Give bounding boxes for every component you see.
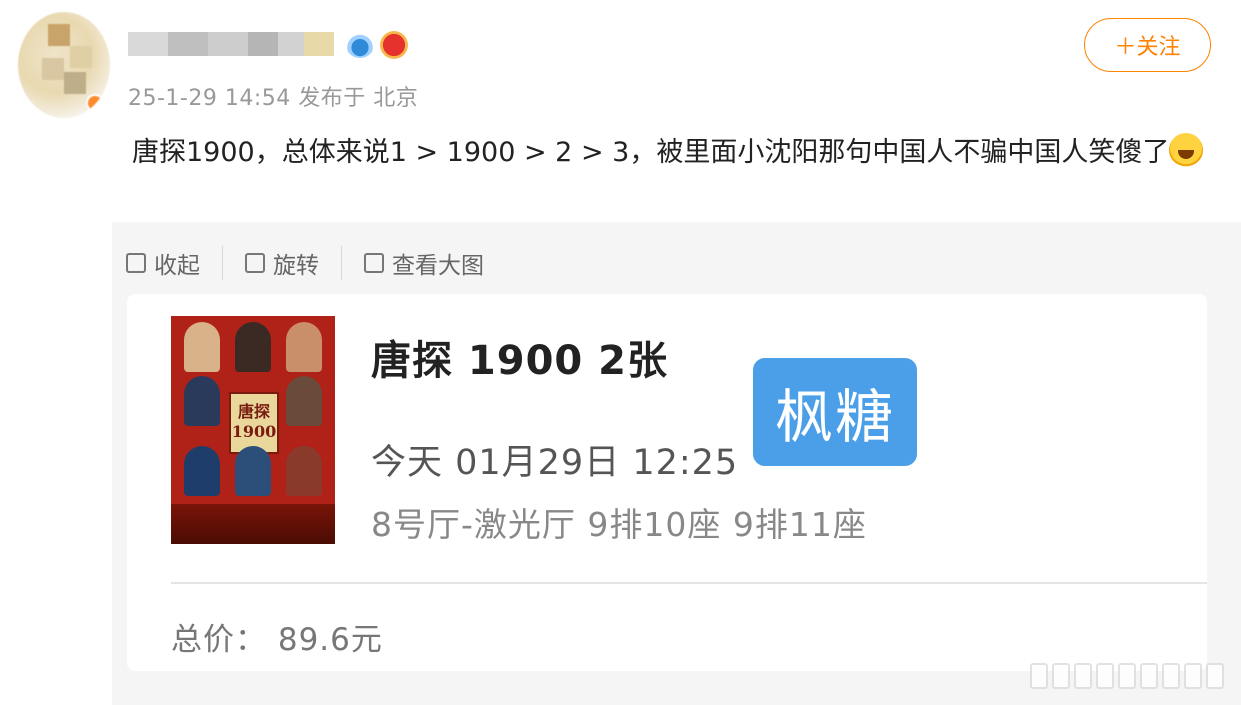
brand-logo: 枫糖 [753,358,917,466]
verified-badge-icon [86,94,104,112]
rotate-button[interactable]: 旋转 [222,246,341,280]
post-text: 唐探1900，总体来说1 > 1900 > 2 > 3，被里面小沈阳那句中国人不… [132,130,1212,176]
movie-title: 唐探 1900 2张 [371,338,669,384]
collapse-label: 收起 [154,253,200,279]
show-time: 今天 01月29日 12:25 [371,443,739,483]
red-envelope-icon [380,31,408,59]
collapse-icon [126,253,146,273]
post-body: 唐探1900，总体来说1 > 1900 > 2 > 3，被里面小沈阳那句中国人不… [132,137,1170,168]
image-toolbar: 收起 旋转 查看大图 [126,244,506,282]
rotate-icon [245,253,265,273]
rotate-label: 旋转 [273,253,319,279]
view-large-button[interactable]: 查看大图 [341,246,506,280]
laughing-crying-emoji-icon [1169,133,1204,167]
divider [171,582,1207,584]
username-blurred[interactable] [128,32,338,60]
movie-poster: 唐探1900 [171,316,335,544]
vip-badge-icon [346,32,374,58]
follow-button[interactable]: ＋关注 [1084,18,1211,72]
seat-info: 8号厅-激光厅 9排10座 9排11座 [371,505,867,544]
total-price: 总价： 89.6元 [171,622,383,658]
post-meta: 25-1-29 14:54 发布于 北京 [128,86,419,111]
collapse-button[interactable]: 收起 [126,246,222,280]
user-badges[interactable] [346,30,408,60]
view-large-label: 查看大图 [392,253,484,279]
ticket-card-image[interactable]: 唐探1900 唐探 1900 2张 枫糖 今天 01月29日 12:25 8号厅… [127,294,1207,671]
watermark [1030,660,1230,692]
poster-title: 唐探1900 [229,392,279,454]
image-icon [364,253,384,273]
avatar[interactable] [18,12,110,118]
